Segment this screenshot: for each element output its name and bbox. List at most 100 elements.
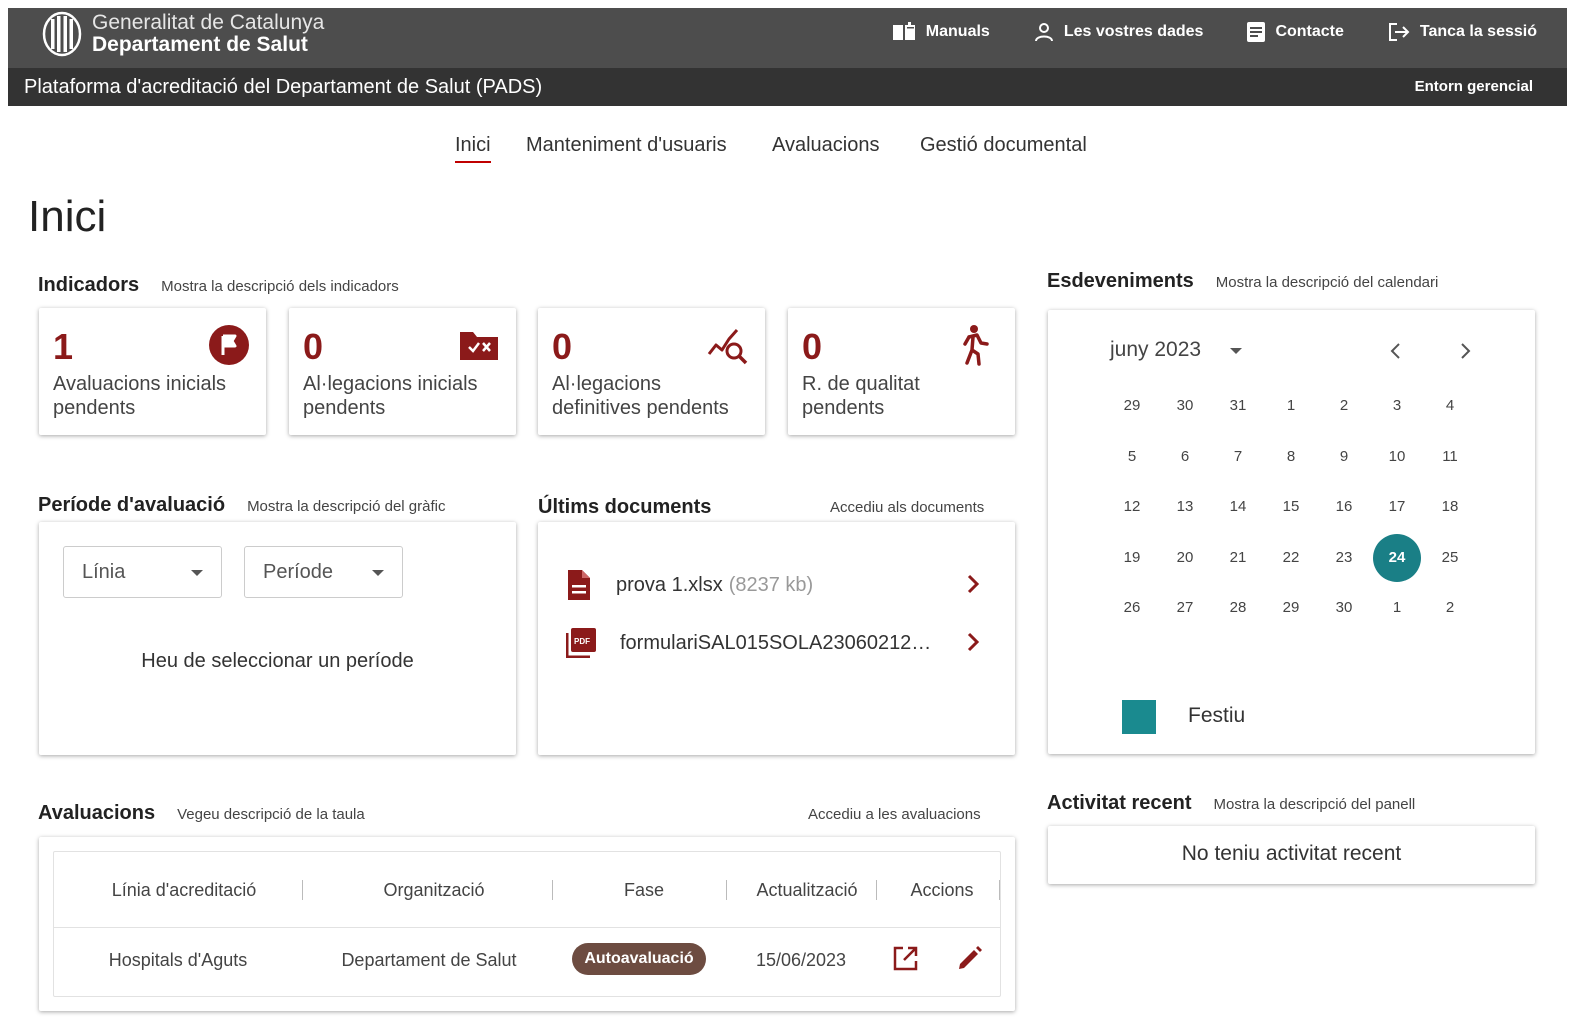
calendar-day[interactable]: 29 <box>1108 382 1156 430</box>
chevron-down-icon <box>191 570 203 576</box>
indicadors-header: Indicadors Mostra la descripció dels ind… <box>38 274 399 297</box>
column-header-organitzacio[interactable]: Organització <box>334 880 534 901</box>
linia-select-label: Línia <box>82 561 126 583</box>
calendar-day[interactable]: 31 <box>1214 382 1262 430</box>
pdf-file-icon: PDF <box>566 628 596 658</box>
open-external-icon[interactable] <box>892 944 920 972</box>
calendar-day[interactable]: 14 <box>1214 483 1262 531</box>
chart-search-icon <box>707 329 748 365</box>
calendar-day[interactable]: 2 <box>1426 584 1474 632</box>
brand[interactable]: Generalitat de Catalunya Departament de … <box>42 11 324 57</box>
calendar-month-label[interactable]: juny 2023 <box>1110 338 1201 362</box>
environment-label: Entorn gerencial <box>1414 78 1533 95</box>
manuals-link[interactable]: Manuals <box>892 22 990 42</box>
document-item[interactable]: PDF formulariSAL015SOLA23060212… <box>566 625 986 661</box>
festiu-legend-swatch <box>1122 700 1156 734</box>
linia-select[interactable]: Línia <box>63 546 222 598</box>
indicator-label: Al·legacions inicials pendents <box>303 373 478 419</box>
contact-link[interactable]: Contacte <box>1247 22 1344 42</box>
indicator-card-allegacions-definitives[interactable]: 0 Al·legacions definitives pendents <box>538 308 765 435</box>
cell-organitzacio: Departament de Salut <box>341 950 517 970</box>
tab-avaluacions[interactable]: Avaluacions <box>772 134 879 157</box>
calendar-day[interactable]: 30 <box>1161 382 1209 430</box>
periode-description-link[interactable]: Mostra la descripció del gràfic <box>247 498 445 515</box>
calendar-day[interactable]: 16 <box>1320 483 1368 531</box>
user-data-link[interactable]: Les vostres dades <box>1034 22 1203 42</box>
document-item[interactable]: prova 1.xlsx (8237 kb) <box>566 567 986 603</box>
calendar-day[interactable]: 29 <box>1267 584 1315 632</box>
calendar-day[interactable]: 11 <box>1426 433 1474 481</box>
document-name: prova 1.xlsx <box>616 573 723 596</box>
periode-header: Període d'avaluació Mostra la descripció… <box>38 494 445 517</box>
calendar-day[interactable]: 6 <box>1161 433 1209 481</box>
table-divider <box>54 927 1000 928</box>
org-name-line2: Departament de Salut <box>92 33 308 56</box>
calendar-day[interactable]: 8 <box>1267 433 1315 481</box>
indicator-label: Al·legacions definitives pendents <box>552 373 729 419</box>
calendar-day[interactable]: 4 <box>1426 382 1474 430</box>
indicator-card-avaluacions-inicials[interactable]: 1 Avaluacions inicials pendents <box>39 308 266 435</box>
calendar-day[interactable]: 26 <box>1108 584 1156 632</box>
indicator-label: Avaluacions inicials pendents <box>53 373 227 419</box>
calendar-day[interactable]: 21 <box>1214 534 1262 582</box>
file-document-icon <box>568 570 590 600</box>
activitat-panel: No teniu activitat recent <box>1048 826 1535 884</box>
calendar-day[interactable]: 1 <box>1373 584 1421 632</box>
tab-inici[interactable]: Inici <box>455 134 491 163</box>
pencil-edit-icon[interactable] <box>956 944 984 972</box>
calendar-day[interactable]: 1 <box>1267 382 1315 430</box>
documents-link[interactable]: Accediu als documents <box>830 499 984 516</box>
column-header-actualitzacio[interactable]: Actualització <box>742 880 872 901</box>
indicadors-description-link[interactable]: Mostra la descripció dels indicadors <box>161 278 399 295</box>
fase-status-badge: Autoavaluació <box>572 943 706 975</box>
calendar-day[interactable]: 22 <box>1267 534 1315 582</box>
generalitat-logo-icon <box>42 11 82 57</box>
calendar-day[interactable]: 5 <box>1108 433 1156 481</box>
documents-title: Últims documents <box>538 496 712 518</box>
calendar-day[interactable]: 20 <box>1161 534 1209 582</box>
chevron-right-icon[interactable] <box>1455 340 1475 362</box>
calendar-day[interactable]: 19 <box>1108 534 1156 582</box>
folder-x-icon <box>460 332 498 360</box>
logout-link[interactable]: Tanca la sessió <box>1388 22 1537 42</box>
chevron-right-icon <box>967 574 980 594</box>
top-header: Generalitat de Catalunya Departament de … <box>8 8 1567 68</box>
calendar-day[interactable]: 27 <box>1161 584 1209 632</box>
calendar-day[interactable]: 15 <box>1267 483 1315 531</box>
document-name: formulariSAL015SOLA23060212… <box>620 631 932 654</box>
periode-select[interactable]: Període <box>244 546 403 598</box>
tab-gestio-documental[interactable]: Gestió documental <box>920 134 1087 157</box>
calendar-day[interactable]: 30 <box>1320 584 1368 632</box>
calendar-day[interactable]: 10 <box>1373 433 1421 481</box>
calendar-day[interactable]: 9 <box>1320 433 1368 481</box>
chevron-left-icon[interactable] <box>1386 340 1406 362</box>
activitat-description-link[interactable]: Mostra la descripció del panell <box>1214 796 1416 813</box>
calendar-day[interactable]: 18 <box>1426 483 1474 531</box>
calendar-day[interactable]: 7 <box>1214 433 1262 481</box>
calendar-day[interactable]: 23 <box>1320 534 1368 582</box>
avaluacions-description-link[interactable]: Vegeu descripció de la taula <box>177 806 365 823</box>
activitat-empty-message: No teniu activitat recent <box>1181 842 1402 865</box>
calendar-day[interactable]: 2 <box>1320 382 1368 430</box>
column-header-linia[interactable]: Línia d'acreditació <box>84 880 284 901</box>
calendar-description-link[interactable]: Mostra la descripció del calendari <box>1216 274 1439 291</box>
calendar-day[interactable]: 3 <box>1373 382 1421 430</box>
indicator-value: 0 <box>802 326 823 367</box>
calendar-day[interactable]: 17 <box>1373 483 1421 531</box>
column-header-fase[interactable]: Fase <box>574 880 714 901</box>
calendar-day[interactable]: 13 <box>1161 483 1209 531</box>
indicator-card-allegacions-inicials[interactable]: 0 Al·legacions inicials pendents <box>289 308 516 435</box>
platform-title: Plataforma d'acreditació del Departament… <box>24 76 543 98</box>
tab-manteniment-usuaris[interactable]: Manteniment d'usuaris <box>526 134 727 157</box>
chevron-down-icon[interactable] <box>1230 348 1242 354</box>
esdeveniments-header: Esdeveniments Mostra la descripció del c… <box>1047 270 1438 293</box>
indicator-card-qualitat[interactable]: 0 R. de qualitat pendents <box>788 308 1015 435</box>
calendar-day[interactable]: 28 <box>1214 584 1262 632</box>
calendar-day[interactable]: 25 <box>1426 534 1474 582</box>
cell-actualitzacio: 15/06/2023 <box>755 950 847 970</box>
column-separator <box>999 880 1000 900</box>
avaluacions-link[interactable]: Accediu a les avaluacions <box>808 806 981 823</box>
esdeveniments-title: Esdeveniments <box>1047 270 1194 292</box>
calendar-day[interactable]: 12 <box>1108 483 1156 531</box>
calendar-day[interactable]: 24 <box>1373 533 1421 582</box>
